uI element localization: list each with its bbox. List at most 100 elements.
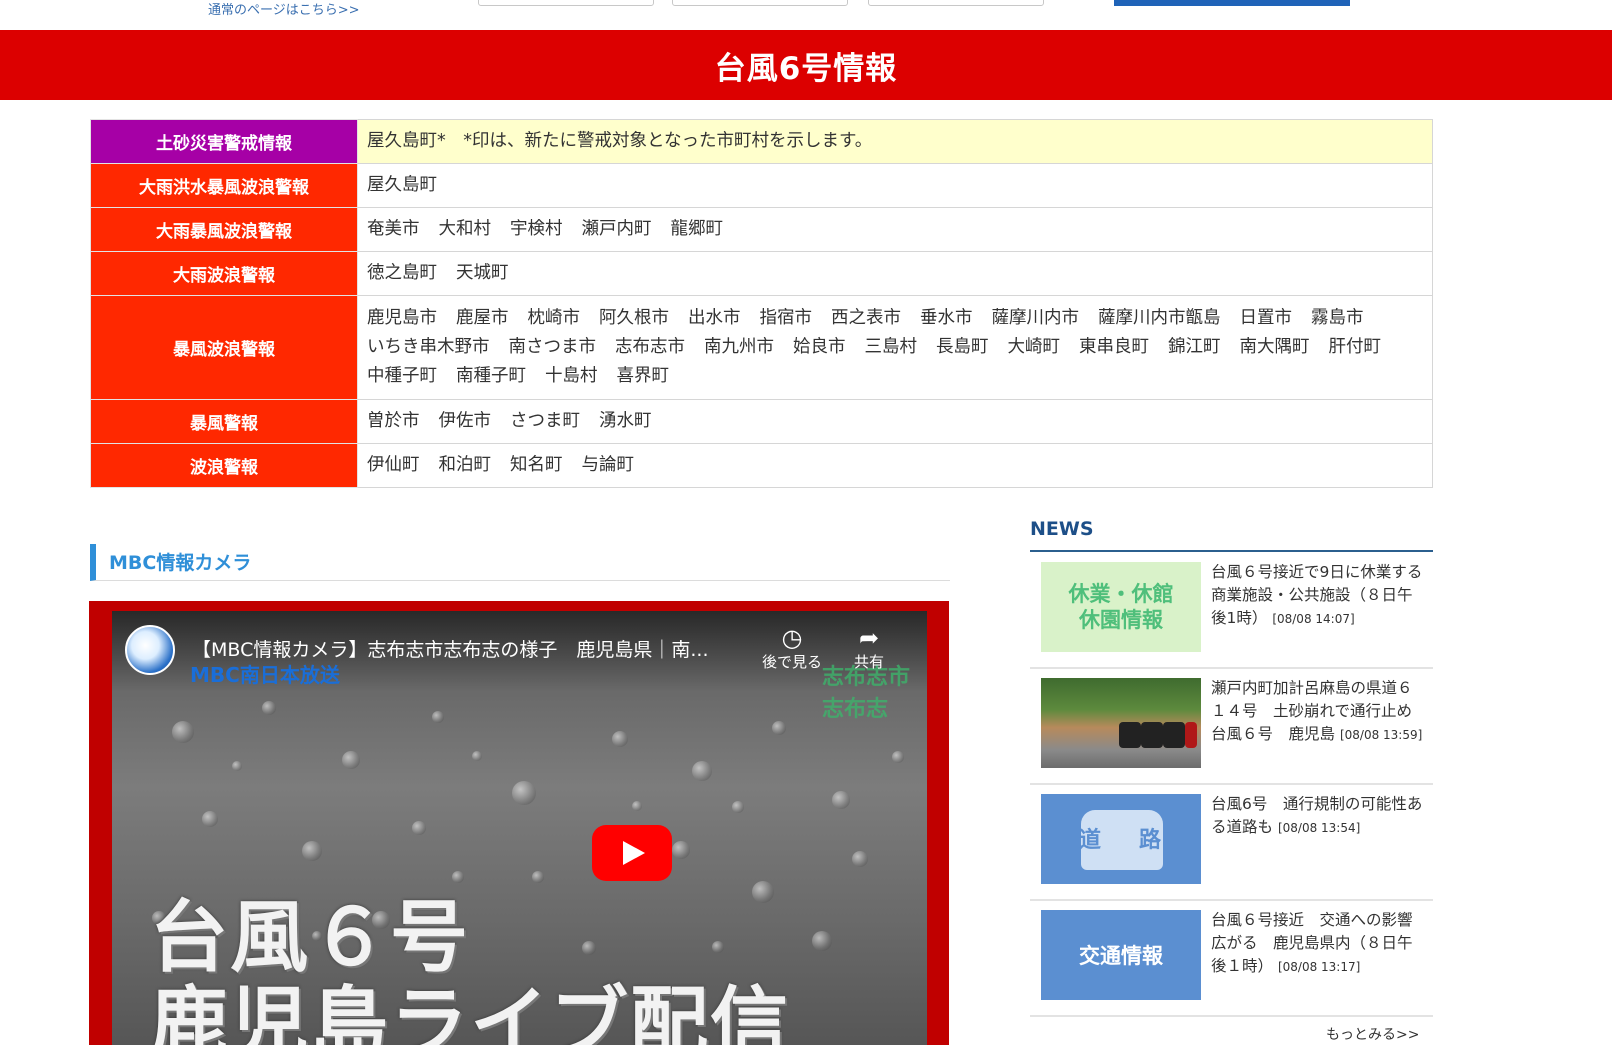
municipality-name: 和泊町	[438, 455, 492, 475]
municipality-name: 湧水町	[599, 411, 652, 431]
municipality-name: 天城町	[456, 263, 509, 283]
more-news-link[interactable]: もっとみる>>	[1326, 1024, 1419, 1044]
raindrop	[692, 761, 712, 781]
warning-row: 大雨洪水暴風波浪警報 屋久島町	[90, 163, 1433, 208]
municipality-name: いちき串木野市	[367, 337, 490, 357]
video-frame[interactable]: 【MBC情報カメラ】志布志市志布志の様子 鹿児島県｜南... MBC南日本放送 …	[112, 611, 927, 1045]
news-heading-text: NEWS	[1030, 518, 1094, 540]
warning-municipalities: 屋久島町* *印は、新たに警戒対象となった市町村を示します。	[357, 119, 1433, 164]
road-thumbnail[interactable]: 道 路	[1041, 794, 1201, 884]
municipality-name: 指宿市	[759, 308, 813, 328]
warning-type-label: 大雨洪水暴風波浪警報	[90, 163, 358, 208]
news-text[interactable]: 台風６号接近で9日に休業する商業施設・公共施設（８日午後1時） [08/08 1…	[1211, 561, 1426, 631]
municipality-name: 屋久島町	[367, 175, 437, 195]
municipality-name: 宇検村	[510, 219, 563, 239]
warning-municipalities: 屋久島町	[357, 163, 1433, 208]
top-select-1[interactable]	[478, 0, 654, 6]
raindrop	[512, 781, 536, 805]
news-date: [08/08 13:59]	[1339, 728, 1423, 742]
municipality-name: 屋久島町* *印は、新たに警戒対象となった市町村を示します。	[367, 131, 873, 151]
raindrop	[172, 721, 194, 743]
share-label: 共有	[854, 653, 885, 671]
raindrop	[302, 841, 322, 861]
raindrop	[832, 791, 850, 809]
warning-type-label: 土砂災害警戒情報	[90, 119, 358, 164]
play-button-icon[interactable]	[592, 825, 672, 881]
municipality-name: 伊佐市	[438, 411, 492, 431]
top-blue-button[interactable]	[1114, 0, 1350, 6]
video-player[interactable]: 【MBC情報カメラ】志布志市志布志の様子 鹿児島県｜南... MBC南日本放送 …	[89, 601, 949, 1045]
raindrop	[612, 731, 628, 747]
raindrop	[892, 751, 904, 763]
news-text[interactable]: 台風６号接近 交通への影響広がる 鹿児島県内（８日午後１時） [08/08 13…	[1211, 909, 1426, 979]
channel-logo-icon[interactable]	[125, 625, 175, 675]
warning-municipalities: 徳之島町 天城町	[357, 251, 1433, 296]
video-title[interactable]: 【MBC情報カメラ】志布志市志布志の様子 鹿児島県｜南...	[192, 635, 792, 662]
top-select-2[interactable]	[672, 0, 848, 6]
news-date: [08/08 13:54]	[1277, 821, 1361, 835]
municipality-name: 志布志市	[615, 337, 685, 357]
road-label-left: 道	[1079, 828, 1102, 853]
municipality-name: 南九州市	[704, 337, 774, 357]
municipality-name: 肝付町	[1328, 337, 1382, 357]
raindrop	[712, 941, 724, 953]
camera-section-heading: MBC情報カメラ	[90, 544, 950, 581]
municipality-name: 霧島市	[1311, 308, 1364, 328]
warning-type-label: 波浪警報	[90, 443, 358, 488]
municipality-name: 曽於市	[367, 411, 420, 431]
news-item[interactable]: 交通情報 台風６号接近 交通への影響広がる 鹿児島県内（８日午後１時） [08/…	[1030, 901, 1433, 1017]
news-date: [08/08 14:07]	[1272, 612, 1355, 626]
raindrop	[812, 931, 832, 951]
watch-later-label: 後で見る	[762, 653, 823, 671]
municipality-name: 三島村	[864, 337, 918, 357]
municipality-name: 垂水市	[920, 308, 973, 328]
closures-thumbnail[interactable]: 休業・休館 休園情報	[1041, 562, 1201, 652]
municipality-name: 薩摩川内市甑島	[1098, 308, 1221, 328]
municipality-name: 長島町	[936, 337, 989, 357]
warning-row: 暴風警報 曽於市 伊佐市 さつま町 湧水町	[90, 399, 1433, 444]
warning-row: 大雨波浪警報 徳之島町 天城町	[90, 251, 1433, 296]
warning-type-label: 大雨暴風波浪警報	[90, 207, 358, 252]
warning-municipalities: 伊仙町 和泊町 知名町 与論町	[357, 443, 1433, 488]
warning-table: 土砂災害警戒情報 屋久島町* *印は、新たに警戒対象となった市町村を示します。 大雨…	[90, 119, 1433, 488]
municipality-name: 徳之島町	[367, 263, 437, 283]
camera-heading-text: MBC情報カメラ	[109, 552, 252, 574]
municipality-name: 枕崎市	[527, 308, 581, 328]
raindrop	[732, 801, 744, 813]
news-text[interactable]: 台風6号 通行規制の可能性ある道路も [08/08 13:54]	[1211, 793, 1426, 840]
municipality-name: 与論町	[581, 455, 635, 475]
overlay-title-line2: 鹿児島ライブ配信	[150, 979, 791, 1045]
warning-type-label: 暴風警報	[90, 399, 358, 444]
municipality-name: 出水市	[688, 308, 741, 328]
warning-row: 土砂災害警戒情報 屋久島町* *印は、新たに警戒対象となった市町村を示します。	[90, 119, 1433, 164]
municipality-name: 西之表市	[831, 308, 901, 328]
news-item[interactable]: 道 路 台風6号 通行規制の可能性ある道路も [08/08 13:54]	[1030, 785, 1433, 901]
news-item[interactable]: 瀬戸内町加計呂麻島の県道６１４号 土砂崩れで通行止め 台風６号 鹿児島 [08/…	[1030, 669, 1433, 785]
municipality-name: 大崎町	[1007, 337, 1061, 357]
sandbag	[1141, 722, 1163, 748]
landslide-photo-thumbnail[interactable]	[1041, 678, 1201, 768]
municipality-name: 薩摩川内市	[991, 308, 1080, 328]
municipality-name: 知名町	[510, 455, 563, 475]
news-item[interactable]: 休業・休館 休園情報 台風６号接近で9日に休業する商業施設・公共施設（８日午後1…	[1030, 553, 1433, 669]
normal-page-link[interactable]: 通常のページはこちら>>	[208, 0, 360, 18]
traffic-thumbnail[interactable]: 交通情報	[1041, 910, 1201, 1000]
raindrop	[582, 941, 596, 955]
news-list: 休業・休館 休園情報 台風６号接近で9日に休業する商業施設・公共施設（８日午後1…	[1030, 553, 1433, 1017]
municipality-name: 鹿屋市	[456, 308, 509, 328]
channel-watermark: MBC南日本放送	[190, 663, 340, 687]
municipality-name: 錦江町	[1168, 337, 1221, 357]
top-select-3[interactable]	[868, 0, 1044, 6]
share-button[interactable]: ➦ 共有	[854, 625, 884, 672]
news-date: [08/08 13:17]	[1277, 960, 1361, 974]
watch-later-button[interactable]: ◷ 後で見る	[762, 625, 822, 672]
warning-row: 暴風波浪警報 鹿児島市 鹿屋市 枕崎市 阿久根市 出水市 指宿市 西之表市 垂水市 薩摩川内市 薩摩…	[90, 295, 1433, 400]
warning-row: 波浪警報 伊仙町 和泊町 知名町 与論町	[90, 443, 1433, 488]
municipality-name: 中種子町	[367, 366, 437, 386]
warning-municipalities: 曽於市 伊佐市 さつま町 湧水町	[357, 399, 1433, 444]
news-text[interactable]: 瀬戸内町加計呂麻島の県道６１４号 土砂崩れで通行止め 台風６号 鹿児島 [08/…	[1211, 677, 1428, 747]
sandbag	[1163, 722, 1185, 748]
page-title: 台風6号情報	[714, 50, 898, 87]
thumb-text: 交通情報	[1079, 944, 1163, 968]
thumb-text-line2: 休園情報	[1079, 608, 1163, 632]
